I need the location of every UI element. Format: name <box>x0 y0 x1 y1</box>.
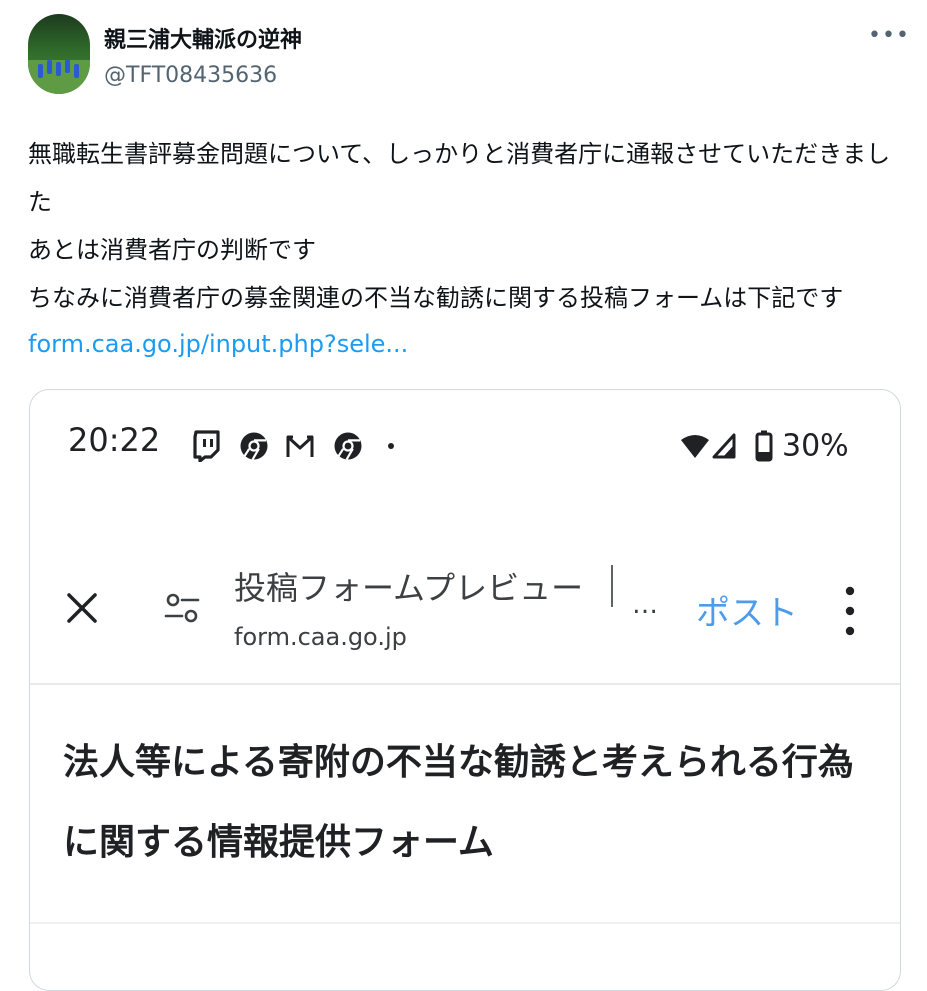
site-settings-icon[interactable] <box>160 586 204 630</box>
title-ellipsis: … <box>632 590 658 620</box>
post-button[interactable]: ポスト <box>696 586 798 635</box>
notification-dot-icon <box>388 443 394 449</box>
tweet-header: 親三浦大輔派の逆神 @TFT08435636 ••• <box>0 0 927 110</box>
more-icon[interactable]: ••• <box>868 22 909 50</box>
attached-screenshot[interactable]: 20:22 30% 投稿フォームプレビュー … form.caa.go.jp ポ… <box>29 389 901 991</box>
kebab-menu-icon[interactable] <box>838 584 862 638</box>
battery-percentage: 30% <box>782 428 849 464</box>
avatar-player <box>56 62 61 76</box>
tweet-text: 無職転生書評募金問題について、しっかりと消費者庁に通報させていただきました あと… <box>28 140 891 312</box>
close-icon[interactable] <box>62 588 102 628</box>
wifi-icon <box>681 435 709 458</box>
avatar-player <box>74 64 79 78</box>
tweet-link[interactable]: form.caa.go.jp/input.php?sele... <box>28 320 408 368</box>
author-handle[interactable]: @TFT08435636 <box>104 63 277 88</box>
form-heading: 法人等による寄附の不当な勧誘と考えられる行為に関する情報提供フォーム <box>63 742 854 863</box>
page-title: 投稿フォームプレビュー <box>234 569 584 607</box>
avatar-player <box>65 59 70 73</box>
content-divider <box>30 922 900 924</box>
cell-signal-icon <box>712 433 736 459</box>
avatar[interactable] <box>28 14 90 94</box>
gmail-icon <box>286 435 314 457</box>
toolbar-divider <box>30 683 900 685</box>
title-separator <box>611 565 613 607</box>
twitch-icon <box>193 430 220 462</box>
battery-icon <box>755 430 773 462</box>
chrome-icon <box>334 432 362 461</box>
avatar-player <box>47 60 52 74</box>
avatar-player <box>38 64 43 78</box>
chrome-icon <box>240 432 268 461</box>
page-url: form.caa.go.jp <box>234 623 407 651</box>
status-time: 20:22 <box>68 421 161 459</box>
author-display-name[interactable]: 親三浦大輔派の逆神 <box>104 22 302 54</box>
